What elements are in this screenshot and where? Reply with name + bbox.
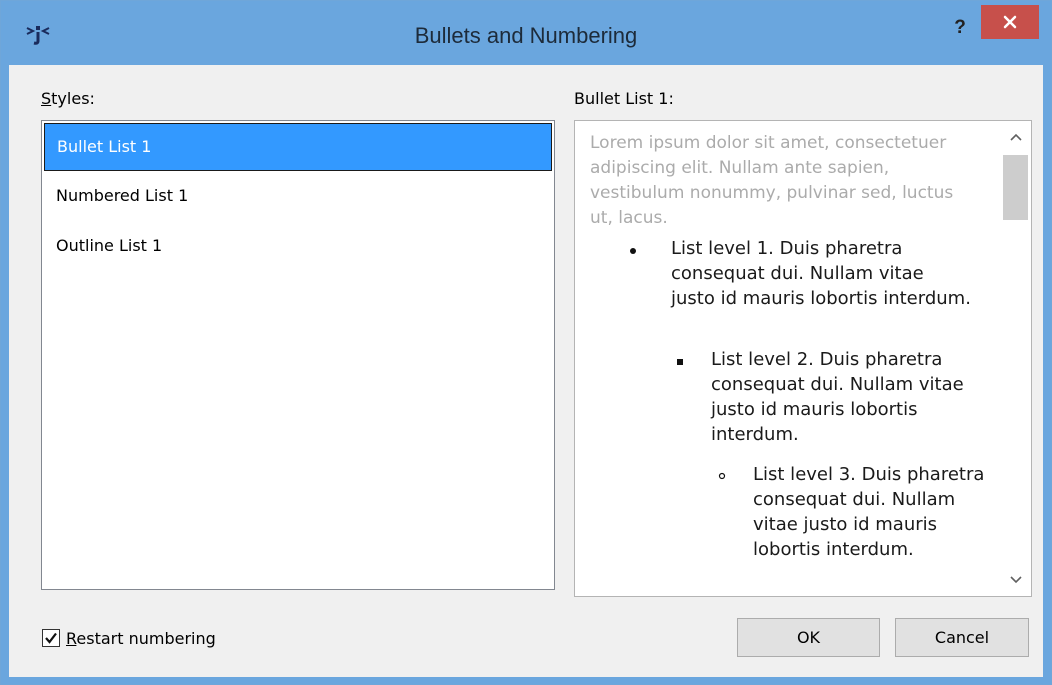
square-bullet-icon <box>677 359 683 365</box>
styles-label: Styles: <box>41 89 95 108</box>
restart-numbering-option[interactable]: Restart numbering <box>42 627 216 649</box>
preview-content: Lorem ipsum dolor sit amet, consectetuer… <box>575 121 1000 596</box>
chevron-up-icon <box>1009 133 1022 141</box>
help-icon: ? <box>954 17 966 38</box>
circle-bullet-icon <box>718 472 726 480</box>
scroll-down-button[interactable] <box>1000 566 1031 594</box>
checkmark-icon <box>45 632 57 644</box>
close-button[interactable] <box>981 5 1039 39</box>
preview-pane: Lorem ipsum dolor sit amet, consectetuer… <box>574 120 1032 597</box>
restart-numbering-checkbox[interactable] <box>42 629 60 647</box>
preview-lorem-text: Lorem ipsum dolor sit amet, consectetuer… <box>590 133 954 228</box>
dialog-body: Styles: Bullet List 1 Numbered List 1 Ou… <box>9 65 1043 677</box>
bullets-numbering-dialog: Bullets and Numbering ? Styles: Bullet L… <box>0 0 1052 685</box>
scroll-thumb[interactable] <box>1003 155 1028 220</box>
preview-list-level-1: List level 1. Duis pharetra consequat du… <box>671 238 971 309</box>
styles-listbox[interactable]: Bullet List 1 Numbered List 1 Outline Li… <box>41 120 555 590</box>
disc-bullet-icon <box>630 248 636 254</box>
cancel-button[interactable]: Cancel <box>895 618 1029 657</box>
help-button[interactable]: ? <box>945 13 975 43</box>
style-item-numbered-list-1[interactable]: Numbered List 1 <box>44 173 552 221</box>
close-icon <box>1003 15 1017 29</box>
style-item-bullet-list-1[interactable]: Bullet List 1 <box>44 123 552 171</box>
preview-scrollbar[interactable] <box>1000 121 1031 596</box>
preview-list-level-3: List level 3. Duis pharetra consequat du… <box>753 464 985 560</box>
chevron-down-icon <box>1009 576 1022 584</box>
preview-label: Bullet List 1: <box>574 89 674 108</box>
ok-button[interactable]: OK <box>737 618 880 657</box>
preview-list-level-2: List level 2. Duis pharetra consequat du… <box>711 349 964 445</box>
dialog-title: Bullets and Numbering <box>414 23 638 48</box>
restart-numbering-label: Restart numbering <box>66 628 216 648</box>
style-item-outline-list-1[interactable]: Outline List 1 <box>44 223 552 271</box>
scroll-up-button[interactable] <box>1000 123 1031 151</box>
